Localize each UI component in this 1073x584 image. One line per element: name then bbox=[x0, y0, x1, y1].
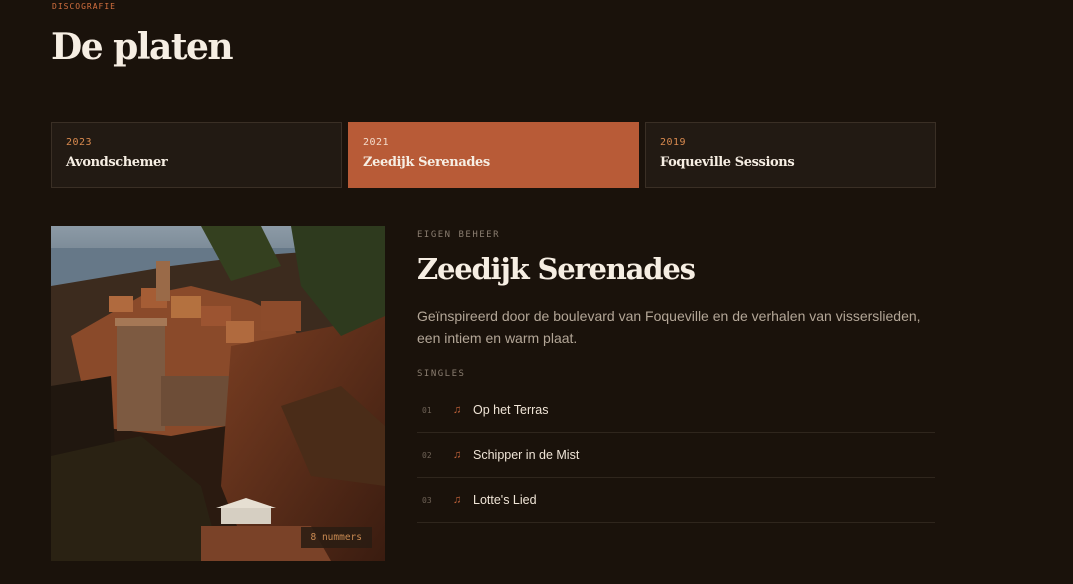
tab-name: Foqueville Sessions bbox=[660, 155, 795, 170]
tab-year: 2023 bbox=[66, 137, 93, 148]
track-number: 03 bbox=[422, 495, 432, 505]
album-tabs: 2023 Avondschemer 2021 Zeedijk Serenades… bbox=[51, 122, 936, 188]
discography-page: DISCOGRAFIE De platen 2023 Avondschemer … bbox=[0, 0, 1073, 584]
album-description: Geïnspireerd door de boulevard van Foque… bbox=[417, 308, 921, 346]
tab-year: 2019 bbox=[660, 137, 687, 148]
music-note-icon: ♫ bbox=[453, 404, 462, 416]
tab-foqueville-sessions[interactable]: 2019 Foqueville Sessions bbox=[645, 122, 936, 188]
track-title: Schipper in de Mist bbox=[473, 448, 580, 462]
record-label: EIGEN BEHEER bbox=[417, 230, 501, 240]
single-row[interactable]: 02 ♫ Schipper in de Mist bbox=[417, 433, 935, 478]
track-number: 02 bbox=[422, 450, 432, 460]
tab-zeedijk-serenades[interactable]: 2021 Zeedijk Serenades bbox=[348, 122, 639, 188]
album-title: Zeedijk Serenades bbox=[417, 252, 696, 286]
music-note-icon: ♫ bbox=[453, 449, 462, 461]
page-title: De platen bbox=[51, 26, 234, 68]
track-count-badge: 8 nummers bbox=[300, 527, 372, 548]
tab-year: 2021 bbox=[363, 137, 390, 148]
single-row[interactable]: 01 ♫ Op het Terras bbox=[417, 388, 935, 433]
tab-avondschemer[interactable]: 2023 Avondschemer bbox=[51, 122, 342, 188]
album-cover: 8 nummers bbox=[51, 226, 385, 561]
tab-name: Avondschemer bbox=[66, 155, 168, 170]
track-number: 01 bbox=[422, 405, 432, 415]
track-title: Lotte's Lied bbox=[473, 493, 537, 507]
singles-heading: SINGLES bbox=[417, 369, 466, 379]
singles-list: 01 ♫ Op het Terras 02 ♫ Schipper in de M… bbox=[417, 388, 935, 523]
album-details: EIGEN BEHEER Zeedijk Serenades Geïnspire… bbox=[417, 230, 935, 523]
track-title: Op het Terras bbox=[473, 403, 549, 417]
album-cover-image bbox=[51, 226, 385, 561]
tab-name: Zeedijk Serenades bbox=[363, 155, 490, 170]
music-note-icon: ♫ bbox=[453, 494, 462, 506]
single-row[interactable]: 03 ♫ Lotte's Lied bbox=[417, 478, 935, 523]
section-eyebrow: DISCOGRAFIE bbox=[52, 2, 116, 11]
